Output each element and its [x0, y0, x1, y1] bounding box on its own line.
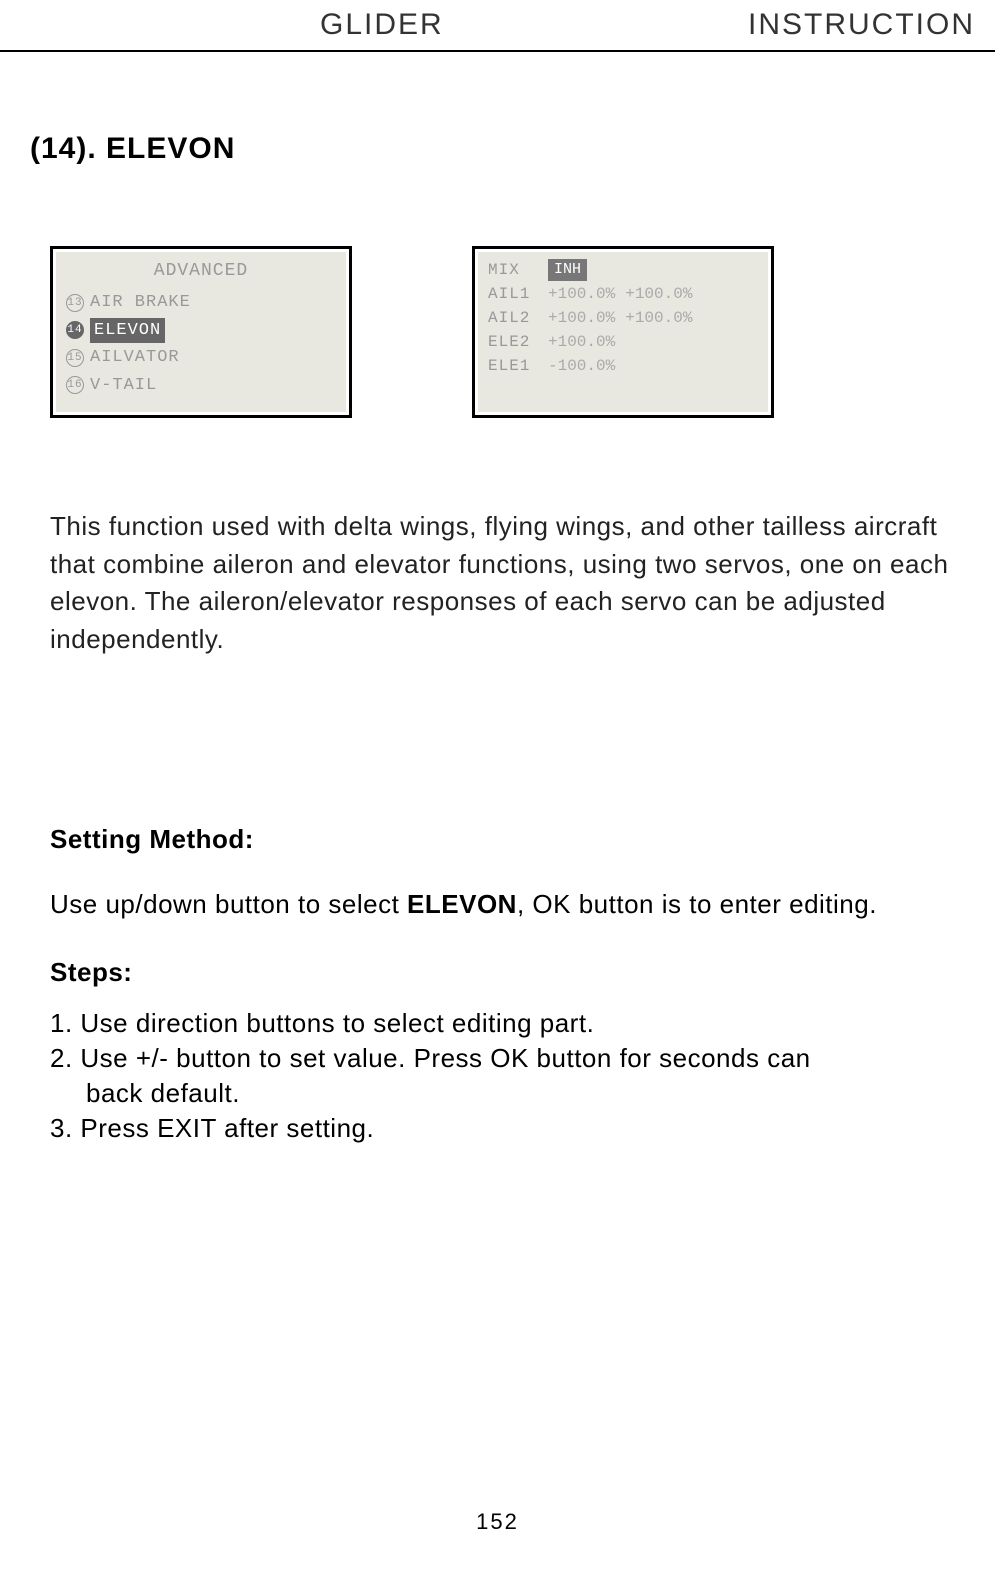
mix-label: MIX — [488, 258, 538, 282]
menu-num-14: 14 — [66, 321, 84, 339]
row-label: AIL1 — [488, 282, 538, 306]
header-type: INSTRUCTION — [748, 8, 975, 42]
lcd-menu-title: ADVANCED — [66, 258, 336, 285]
row-v1: +100.0% — [548, 330, 615, 354]
menu-item-vtail: 16 V-TAIL — [66, 372, 336, 400]
menu-num-15: 15 — [66, 349, 84, 367]
row-v1: +100.0% — [548, 306, 615, 330]
section-title: (14). ELEVON — [30, 132, 995, 166]
page-number: 152 — [0, 1509, 995, 1535]
step-2a: 2. Use +/- button to set value. Press OK… — [50, 1041, 955, 1076]
step-3: 3. Press EXIT after setting. — [50, 1111, 955, 1146]
lcd-values-inner: MIX INH AIL1 +100.0% +100.0% AIL2 +100.0… — [478, 252, 768, 412]
lcd-screen-menu: ADVANCED 13 AIR BRAKE 14 ELEVON 15 AILVA… — [50, 246, 352, 418]
intro-bold: ELEVON — [407, 889, 517, 919]
menu-item-ailvator: 15 AILVATOR — [66, 344, 336, 372]
row-ele2: ELE2 +100.0% — [488, 330, 758, 354]
step-2b: back default. — [86, 1076, 955, 1111]
menu-num-16: 16 — [66, 376, 84, 394]
menu-label: AILVATOR — [90, 345, 180, 371]
menu-item-air-brake: 13 AIR BRAKE — [66, 289, 336, 317]
mix-value: INH — [548, 259, 587, 282]
step-1: 1. Use direction buttons to select editi… — [50, 1006, 955, 1041]
lcd-menu-inner: ADVANCED 13 AIR BRAKE 14 ELEVON 15 AILVA… — [56, 252, 346, 412]
menu-label-selected: ELEVON — [90, 318, 165, 344]
setting-method-section: Setting Method: Use up/down button to se… — [50, 819, 955, 1146]
menu-item-elevon: 14 ELEVON — [66, 317, 336, 345]
row-ele1: ELE1 -100.0% — [488, 354, 758, 378]
mix-row: MIX INH — [488, 258, 758, 282]
lcd-screens-row: ADVANCED 13 AIR BRAKE 14 ELEVON 15 AILVA… — [50, 246, 995, 418]
header-category: GLIDER — [320, 8, 444, 42]
intro-pre: Use up/down button to select — [50, 889, 407, 919]
row-v2: +100.0% — [625, 306, 692, 330]
row-label: ELE1 — [488, 354, 538, 378]
row-v1: -100.0% — [548, 354, 615, 378]
row-ail2: AIL2 +100.0% +100.0% — [488, 306, 758, 330]
page-header: GLIDER INSTRUCTION — [0, 0, 995, 52]
menu-label: V-TAIL — [90, 373, 157, 399]
row-v2: +100.0% — [625, 282, 692, 306]
lcd-screen-values: MIX INH AIL1 +100.0% +100.0% AIL2 +100.0… — [472, 246, 774, 418]
row-label: AIL2 — [488, 306, 538, 330]
steps-heading: Steps: — [50, 952, 955, 994]
menu-label: AIR BRAKE — [90, 290, 191, 316]
setting-method-heading: Setting Method: — [50, 819, 955, 861]
row-v1: +100.0% — [548, 282, 615, 306]
row-label: ELE2 — [488, 330, 538, 354]
intro-post: , OK button is to enter editing. — [517, 889, 877, 919]
row-ail1: AIL1 +100.0% +100.0% — [488, 282, 758, 306]
setting-intro: Use up/down button to select ELEVON, OK … — [50, 884, 955, 926]
description-paragraph: This function used with delta wings, fly… — [50, 508, 955, 659]
menu-num-13: 13 — [66, 294, 84, 312]
